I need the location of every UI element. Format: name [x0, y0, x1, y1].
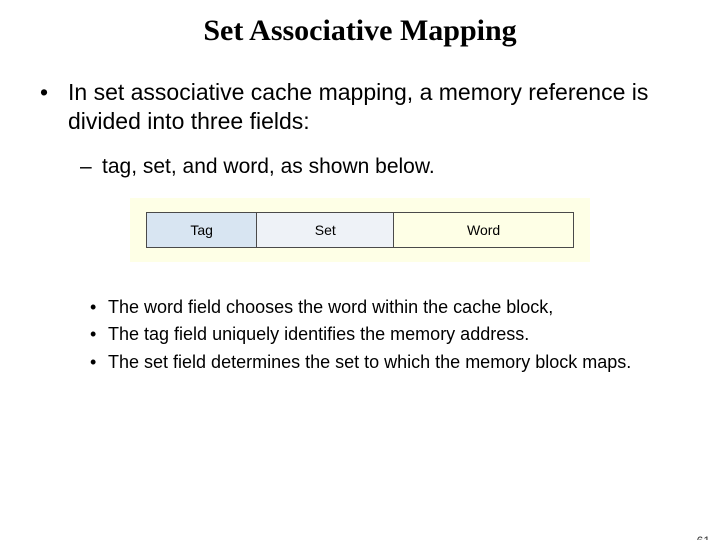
- bullet-level-3: • The word field chooses the word within…: [90, 296, 660, 319]
- page-number: 61: [697, 534, 710, 540]
- bullet-text: In set associative cache mapping, a memo…: [68, 78, 680, 136]
- field-cells: Tag Set Word: [146, 212, 574, 248]
- bullet-level-1: • In set associative cache mapping, a me…: [40, 78, 680, 136]
- bullet-level-3: • The set field determines the set to wh…: [90, 351, 660, 374]
- bullet-marker: •: [40, 78, 68, 136]
- field-set: Set: [257, 212, 394, 248]
- sub-bullet-list: • The word field chooses the word within…: [90, 296, 660, 374]
- bullet-list: • In set associative cache mapping, a me…: [40, 78, 680, 180]
- field-word: Word: [394, 212, 574, 248]
- memory-field-diagram: Tag Set Word: [130, 198, 590, 262]
- slide: Set Associative Mapping • In set associa…: [0, 14, 720, 540]
- dash-marker: –: [80, 154, 102, 180]
- bullet-level-2: – tag, set, and word, as shown below.: [80, 154, 680, 180]
- slide-title: Set Associative Mapping: [0, 14, 720, 48]
- bullet-level-3: • The tag field uniquely identifies the …: [90, 323, 660, 346]
- bullet-marker: •: [90, 351, 108, 374]
- field-tag: Tag: [146, 212, 257, 248]
- bullet-text: The set field determines the set to whic…: [108, 351, 660, 374]
- bullet-marker: •: [90, 296, 108, 319]
- bullet-marker: •: [90, 323, 108, 346]
- bullet-text: The word field chooses the word within t…: [108, 296, 660, 319]
- bullet-text: tag, set, and word, as shown below.: [102, 154, 435, 180]
- bullet-text: The tag field uniquely identifies the me…: [108, 323, 660, 346]
